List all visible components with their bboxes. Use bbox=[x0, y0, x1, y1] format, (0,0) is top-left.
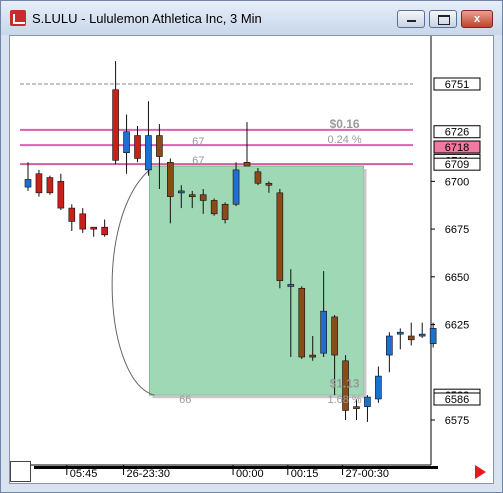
candle-body bbox=[178, 190, 185, 194]
scroll-right-arrow-icon[interactable] bbox=[475, 465, 486, 479]
candle-body bbox=[287, 284, 295, 287]
candle-body bbox=[123, 131, 130, 154]
title-bar[interactable]: S.LULU - Lululemon Athletica Inc, 3 Min … bbox=[1, 1, 502, 35]
minimize-button[interactable] bbox=[397, 10, 425, 28]
time-scroll-bar[interactable] bbox=[34, 466, 438, 469]
measure-connector-curve bbox=[111, 169, 155, 396]
candle-body bbox=[364, 396, 371, 407]
candle-body bbox=[188, 194, 196, 198]
candle-body bbox=[112, 89, 119, 161]
candle-body bbox=[320, 310, 327, 354]
candle-body bbox=[418, 333, 426, 337]
candle-body bbox=[101, 226, 108, 236]
candle-body bbox=[254, 171, 262, 184]
time-tick-label: 05:45 bbox=[70, 468, 98, 480]
candle-body bbox=[79, 213, 87, 230]
candle-body bbox=[386, 335, 393, 356]
price-tick-label: 6575 bbox=[445, 415, 469, 427]
time-tick-label: 00:00 bbox=[236, 468, 264, 480]
chart-annotation: 1.68 % bbox=[327, 394, 361, 406]
minimize-icon bbox=[407, 20, 416, 22]
candle-body bbox=[24, 179, 32, 188]
candle-body bbox=[232, 169, 240, 205]
chart-annotation: 0.24 % bbox=[327, 134, 361, 146]
candle-body bbox=[210, 200, 218, 215]
time-tick-label: 27-00:30 bbox=[346, 468, 389, 480]
candle-body bbox=[57, 181, 65, 209]
close-icon: x bbox=[473, 13, 481, 25]
price-tick-label: 6625 bbox=[445, 320, 469, 332]
candle-body bbox=[331, 316, 338, 356]
price-marker-label: 6751 bbox=[445, 79, 469, 91]
price-tick-label: 6700 bbox=[445, 176, 469, 188]
maximize-icon bbox=[438, 15, 450, 25]
range-box-shadow bbox=[363, 169, 367, 399]
price-marker-label: 6726 bbox=[445, 127, 469, 139]
candle-body bbox=[46, 177, 54, 194]
window-title: S.LULU - Lululemon Athletica Inc, 3 Min bbox=[32, 11, 262, 26]
candle-body bbox=[276, 192, 284, 281]
chart-window: S.LULU - Lululemon Athletica Inc, 3 Min … bbox=[0, 0, 503, 493]
chart-annotation: 67 bbox=[192, 136, 204, 148]
candle-body bbox=[35, 173, 43, 194]
candle-body bbox=[156, 135, 163, 157]
candle-body bbox=[134, 135, 141, 159]
chart-annotation: $1.13 bbox=[330, 377, 360, 391]
candle-body bbox=[298, 287, 306, 358]
candle-body bbox=[221, 203, 229, 220]
candle-body bbox=[145, 135, 152, 171]
candle-body bbox=[407, 335, 415, 341]
price-marker-label: 6709 bbox=[445, 159, 469, 171]
candle-body bbox=[429, 328, 437, 344]
candle-body bbox=[309, 354, 317, 358]
time-tick-label: 26-23:30 bbox=[127, 468, 170, 480]
candle-body bbox=[265, 182, 273, 186]
chart-annotation: 66 bbox=[179, 394, 191, 406]
candle-body bbox=[68, 207, 76, 222]
price-chart[interactable]: $0.16 0.24 % 67 67 66 $1.13 1.68 % 6700 6675 6650… bbox=[10, 36, 493, 483]
grid-corner-icon[interactable] bbox=[10, 461, 31, 482]
candle-body bbox=[90, 226, 97, 230]
candle-body bbox=[167, 161, 174, 197]
price-tick-label: 6675 bbox=[445, 224, 469, 236]
candle-body bbox=[396, 331, 404, 335]
time-tick-label: 00:15 bbox=[291, 468, 319, 480]
candle-body bbox=[375, 375, 382, 400]
chart-annotation: $0.16 bbox=[330, 117, 360, 131]
candle-body bbox=[353, 406, 360, 409]
chart-area[interactable]: $0.16 0.24 % 67 67 66 $1.13 1.68 % 6700 6675 6650… bbox=[9, 35, 494, 484]
price-tick-label: 6650 bbox=[445, 272, 469, 284]
candle-body bbox=[243, 161, 251, 167]
close-button[interactable]: x bbox=[461, 10, 493, 28]
candle-body bbox=[199, 194, 207, 201]
maximize-button[interactable] bbox=[429, 10, 457, 28]
price-marker-label: 6586 bbox=[445, 394, 469, 406]
chart-app-icon bbox=[10, 10, 26, 26]
chart-annotation: 67 bbox=[192, 155, 204, 167]
price-marker-label: 6718 bbox=[445, 142, 469, 154]
